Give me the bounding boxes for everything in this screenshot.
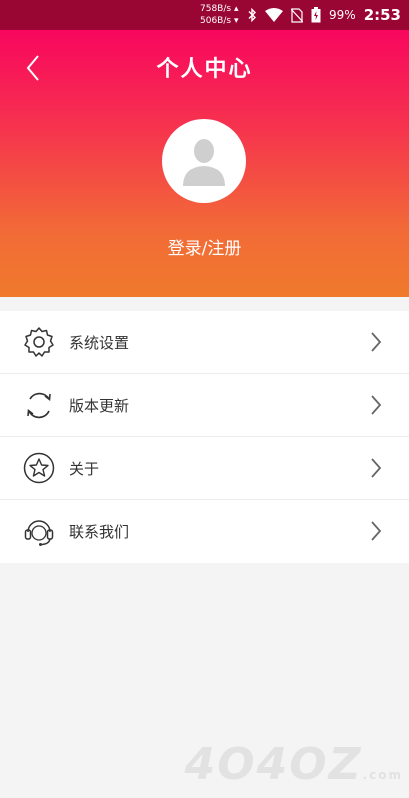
chevron-right-icon	[371, 395, 382, 415]
menu-item-label: 联系我们	[69, 523, 130, 541]
chevron-right-icon	[371, 332, 382, 352]
avatar[interactable]	[162, 119, 246, 203]
battery-percent: 99%	[329, 8, 356, 22]
menu-item-contact-us[interactable]: 联系我们	[0, 500, 409, 563]
menu-item-about[interactable]: 关于	[0, 437, 409, 500]
menu-item-label: 版本更新	[69, 396, 130, 415]
menu-item-system-settings[interactable]: 系统设置	[0, 311, 409, 374]
page-title: 个人中心	[156, 57, 253, 82]
menu-item-label: 关于	[69, 459, 100, 478]
profile-header: 个人中心 登录/注册	[0, 30, 409, 297]
refresh-icon	[27, 392, 51, 419]
download-speed: 506B/s	[200, 16, 232, 26]
upload-speed: 758B/s	[200, 4, 232, 14]
gear-icon	[24, 327, 54, 357]
settings-menu: 系统设置 版本更新 关于 联系我们	[0, 311, 409, 563]
headset-icon	[24, 520, 54, 546]
status-clock: 2:53	[363, 6, 401, 24]
login-register-link[interactable]: 登录/注册	[0, 234, 409, 259]
no-sim-icon	[291, 7, 304, 23]
menu-item-version-update[interactable]: 版本更新	[0, 374, 409, 437]
avatar-placeholder-icon	[183, 139, 225, 186]
watermark-logo: 4O4OZ.com	[184, 739, 403, 790]
network-speed: 758B/s ▴ 506B/s ▾	[200, 4, 239, 26]
menu-item-label: 系统设置	[69, 333, 130, 352]
battery-icon	[311, 7, 321, 23]
wifi-icon	[265, 8, 284, 22]
star-icon	[23, 452, 55, 484]
status-bar: 758B/s ▴ 506B/s ▾ 99% 2:53	[0, 0, 409, 30]
chevron-right-icon	[371, 458, 382, 478]
status-icons: 99% 2:53	[247, 0, 401, 30]
bluetooth-icon	[248, 8, 257, 22]
chevron-right-icon	[371, 521, 382, 541]
